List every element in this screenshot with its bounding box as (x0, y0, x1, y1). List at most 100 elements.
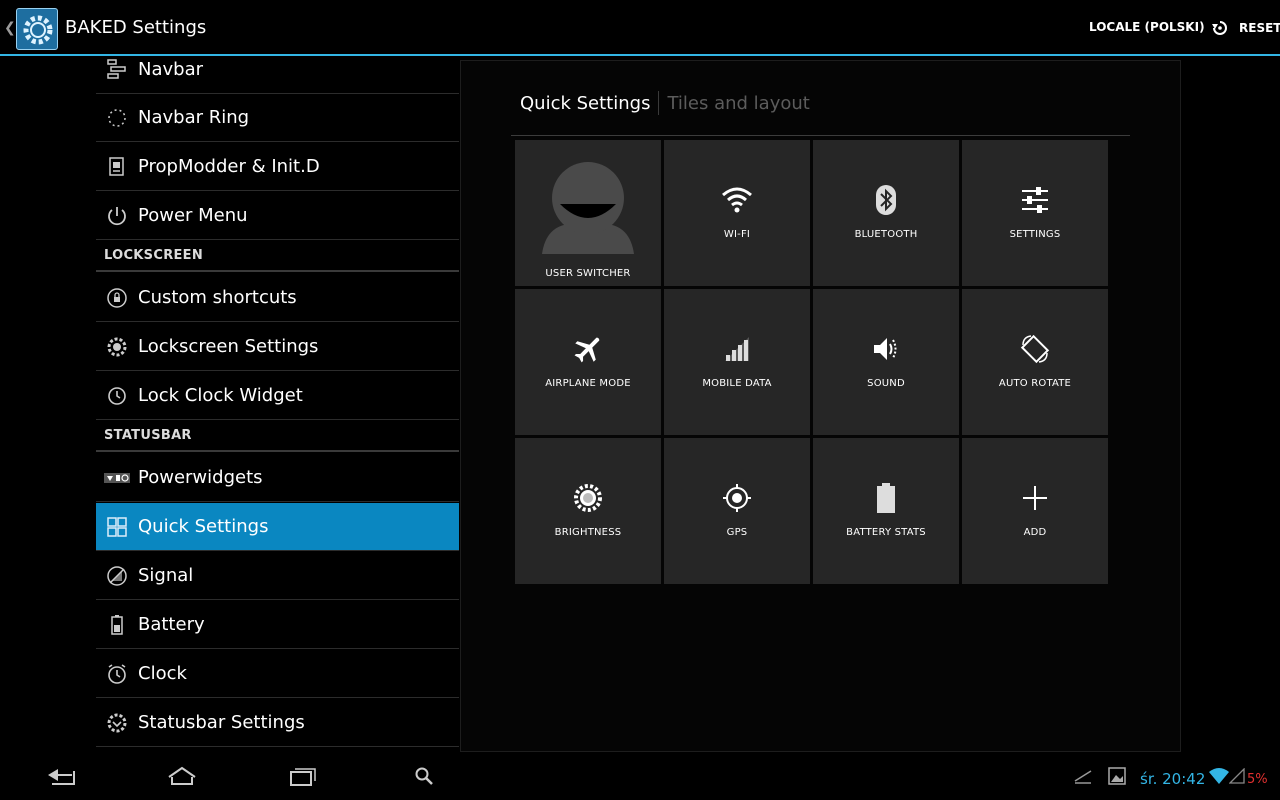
tile-label: WI-FI (723, 229, 751, 240)
section-header-lockscreen: LOCKSCREEN (96, 240, 459, 272)
reset-button[interactable]: RESET (1209, 16, 1280, 40)
navbar-icon (96, 46, 138, 94)
tile-auto-rotate[interactable]: AUTO ROTATE (962, 289, 1108, 435)
tab-divider (658, 91, 660, 115)
tile-brightness[interactable]: BRIGHTNESS (515, 438, 661, 584)
propmodder-icon (96, 143, 138, 191)
reset-label: RESET (1239, 21, 1280, 35)
gps-icon (723, 484, 751, 512)
list-item-label: Signal (138, 565, 194, 586)
tile-label: ADD (1023, 527, 1047, 538)
wifi-icon (722, 187, 752, 213)
tile-gps[interactable]: GPS (664, 438, 810, 584)
lock-gear-icon (96, 323, 138, 371)
system-bar: śr. 20:42 5% (0, 752, 1280, 800)
tile-label: BLUETOOTH (854, 229, 918, 240)
mobile-data-icon (725, 337, 749, 361)
list-item-custom-shortcuts[interactable]: Custom shortcuts (96, 274, 459, 322)
usb-debug-icon (1072, 764, 1094, 788)
tile-battery-stats[interactable]: BATTERY STATS (813, 438, 959, 584)
list-item-label: PropModder & Init.D (138, 156, 320, 177)
list-item-lockscreen-settings[interactable]: Lockscreen Settings (96, 323, 459, 371)
list-item-label: Battery (138, 614, 205, 635)
list-item-label: Navbar (138, 59, 204, 80)
list-item-quick-settings[interactable]: Quick Settings (96, 503, 459, 551)
quick-settings-icon (96, 503, 138, 551)
search-icon[interactable] (413, 764, 435, 788)
tile-label: USER SWITCHER (545, 268, 631, 279)
signal-icon (96, 552, 138, 600)
list-item-navbar-ring[interactable]: Navbar Ring (96, 94, 459, 142)
list-item-power-menu[interactable]: Power Menu (96, 192, 459, 240)
battery-icon (96, 601, 138, 649)
list-item-label: Clock (138, 663, 187, 684)
wifi-status-icon (1207, 764, 1231, 788)
list-item-label: Navbar Ring (138, 107, 250, 128)
lock-shortcut-icon (96, 274, 138, 322)
section-header-statusbar: STATUSBAR (96, 420, 459, 452)
quick-settings-pane: Quick Settings Tiles and layout USER SWI… (460, 60, 1181, 752)
list-item-propmodder[interactable]: PropModder & Init.D (96, 143, 459, 191)
tab-strip: Quick Settings Tiles and layout (520, 91, 810, 115)
bluetooth-icon (876, 185, 896, 215)
speaker-icon (874, 338, 897, 360)
tile-user-switcher[interactable]: USER SWITCHER (515, 140, 661, 286)
airplane-icon (574, 337, 600, 363)
power-icon (96, 192, 138, 240)
gear-app-icon[interactable] (16, 8, 58, 50)
list-item-signal[interactable]: Signal (96, 552, 459, 600)
battery-percent: 5% (1247, 772, 1268, 787)
statusbar-gear-icon (96, 699, 138, 747)
ring-icon (96, 94, 138, 142)
list-item-label: Statusbar Settings (138, 712, 305, 733)
tab-tiles-and-layout[interactable]: Tiles and layout (667, 93, 809, 114)
tile-label: GPS (726, 527, 748, 538)
list-item-clock[interactable]: Clock (96, 650, 459, 698)
signal-status-icon (1229, 764, 1245, 788)
tile-label: BRIGHTNESS (554, 527, 622, 538)
battery-stats-icon (877, 483, 895, 513)
app-title: BAKED Settings (65, 17, 207, 38)
tile-label: BATTERY STATS (846, 527, 926, 538)
list-item-navbar[interactable]: Navbar (96, 46, 459, 94)
brightness-icon (574, 484, 602, 512)
clock-icon (96, 372, 138, 420)
list-item-label: Custom shortcuts (138, 287, 297, 308)
list-item-lock-clock-widget[interactable]: Lock Clock Widget (96, 372, 459, 420)
list-item-label: Lock Clock Widget (138, 385, 303, 406)
home-icon[interactable] (166, 764, 198, 788)
list-item-label: Quick Settings (138, 516, 269, 537)
up-caret-icon[interactable]: ❮ (4, 20, 16, 36)
list-item-label: Lockscreen Settings (138, 336, 319, 357)
recents-icon[interactable] (287, 764, 319, 788)
image-notification-icon (1107, 764, 1127, 788)
plus-icon (1023, 486, 1047, 510)
list-item-statusbar-settings[interactable]: Statusbar Settings (96, 699, 459, 747)
list-item-powerwidgets[interactable]: Powerwidgets (96, 454, 459, 502)
sliders-icon (1022, 187, 1048, 213)
tab-quick-settings[interactable]: Quick Settings (520, 93, 650, 114)
locale-button[interactable]: LOCALE (POLSKI) (1089, 20, 1205, 34)
tab-underline (511, 135, 1130, 136)
status-clock: śr. 20:42 (1140, 770, 1206, 788)
tile-sound[interactable]: SOUND (813, 289, 959, 435)
tile-mobile-data[interactable]: MOBILE DATA (664, 289, 810, 435)
reset-icon (1212, 21, 1227, 35)
alarm-clock-icon (96, 650, 138, 698)
list-item-battery[interactable]: Battery (96, 601, 459, 649)
rotate-icon (1020, 334, 1050, 364)
tile-airplane-mode[interactable]: AIRPLANE MODE (515, 289, 661, 435)
powerwidgets-icon (96, 454, 138, 502)
tile-label: MOBILE DATA (702, 378, 772, 389)
list-item-label: Power Menu (138, 205, 248, 226)
tile-wifi[interactable]: WI-FI (664, 140, 810, 286)
back-icon[interactable] (44, 764, 78, 788)
tile-label: SOUND (867, 378, 905, 389)
settings-list: Navbar Navbar Ring PropModder & Init.D P… (96, 58, 459, 750)
section-label: STATUSBAR (104, 428, 192, 443)
tile-bluetooth[interactable]: BLUETOOTH (813, 140, 959, 286)
tile-add[interactable]: ADD (962, 438, 1108, 584)
list-item-label: Powerwidgets (138, 467, 263, 488)
tile-settings[interactable]: SETTINGS (962, 140, 1108, 286)
tiles-grid: USER SWITCHER WI-FI BLUETOOTH SETTINGS A… (515, 140, 1109, 584)
